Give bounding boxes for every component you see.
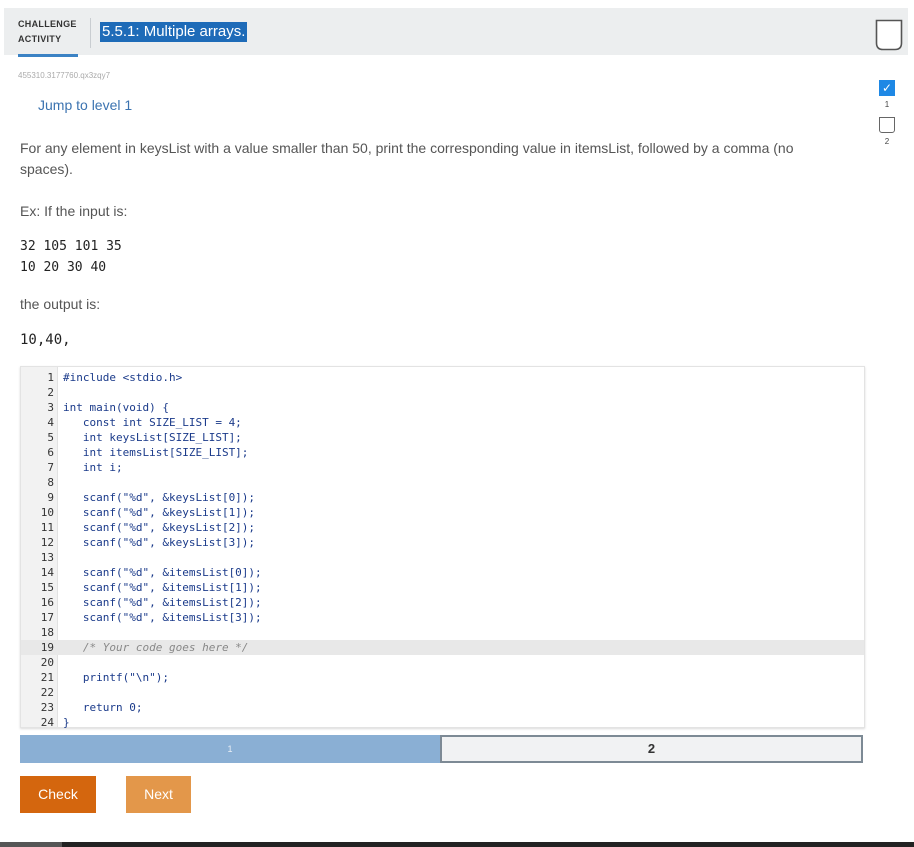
example-input-line2: 10 20 30 40 — [20, 260, 107, 275]
line-number: 22 — [40, 686, 54, 699]
code-line[interactable]: 4 const int SIZE_LIST = 4; — [21, 415, 864, 430]
code-text[interactable]: printf("\n"); — [63, 670, 169, 685]
line-number: 6 — [47, 446, 54, 459]
code-line[interactable]: 16 scanf("%d", &itemsList[2]); — [21, 595, 864, 610]
activity-type-line2: ACTIVITY — [18, 34, 62, 44]
code-line[interactable]: 2 — [21, 385, 864, 400]
code-text[interactable]: scanf("%d", &itemsList[1]); — [63, 580, 262, 595]
code-text[interactable]: } — [63, 715, 70, 730]
line-number: 10 — [40, 506, 54, 519]
check-button[interactable]: Check — [20, 776, 96, 813]
code-text[interactable]: return 0; — [63, 700, 143, 715]
code-text[interactable]: scanf("%d", &keysList[2]); — [63, 520, 255, 535]
line-number: 24 — [40, 716, 54, 729]
line-number: 5 — [47, 431, 54, 444]
line-number: 4 — [47, 416, 54, 429]
code-line[interactable]: 13 — [21, 550, 864, 565]
code-text[interactable]: #include <stdio.h> — [63, 370, 182, 385]
progress-segment-2[interactable]: 2 — [440, 735, 863, 763]
code-line[interactable]: 24} — [21, 715, 864, 730]
code-text[interactable]: scanf("%d", &itemsList[2]); — [63, 595, 262, 610]
code-line[interactable]: 3 int main(void) { — [21, 400, 864, 415]
example-input-line1: 32 105 101 35 — [20, 239, 122, 254]
bookmark-icon[interactable] — [875, 19, 903, 51]
code-line[interactable]: 21 printf("\n"); — [21, 670, 864, 685]
activity-header: CHALLENGE ACTIVITY 5.5.1: Multiple array… — [4, 8, 908, 57]
level-1-number: 1 — [884, 100, 890, 109]
code-line[interactable]: 12 scanf("%d", &keysList[3]); — [21, 535, 864, 550]
activity-accent-bar — [18, 54, 78, 57]
level-progress-bar: 1 2 — [20, 735, 863, 763]
code-line[interactable]: 19 /* Your code goes here */ — [21, 640, 864, 655]
code-text[interactable]: const int SIZE_LIST = 4; — [63, 415, 242, 430]
next-button[interactable]: Next — [126, 776, 191, 813]
code-line[interactable]: 14 scanf("%d", &itemsList[0]); — [21, 565, 864, 580]
code-line[interactable]: 1 #include <stdio.h> — [21, 370, 864, 385]
code-editor[interactable]: 1 #include <stdio.h> 2 3 int main(void) {4 c… — [20, 366, 865, 730]
code-line[interactable]: 7 int i; — [21, 460, 864, 475]
question-id: 455310.3177760.qx3zqy7 — [18, 71, 111, 80]
line-number: 2 — [47, 386, 54, 399]
code-line[interactable]: 8 — [21, 475, 864, 490]
example-output-label: the output is: — [20, 296, 101, 312]
code-line[interactable]: 9 scanf("%d", &keysList[0]); — [21, 490, 864, 505]
code-text[interactable]: scanf("%d", &itemsList[0]); — [63, 565, 262, 580]
code-line[interactable]: 18 — [21, 625, 864, 640]
line-number: 3 — [47, 401, 54, 414]
code-text[interactable]: int i; — [63, 460, 123, 475]
code-text[interactable]: int main(void) { — [63, 400, 169, 415]
line-number: 15 — [40, 581, 54, 594]
line-number: 1 — [47, 371, 54, 384]
line-number: 23 — [40, 701, 54, 714]
activity-title: 5.5.1: Multiple arrays. — [100, 22, 248, 42]
code-text[interactable]: int keysList[SIZE_LIST]; — [63, 430, 242, 445]
progress-segment-1[interactable]: 1 — [20, 735, 440, 763]
line-number: 12 — [40, 536, 54, 549]
line-number: 11 — [40, 521, 54, 534]
code-line[interactable]: 17 scanf("%d", &itemsList[3]); — [21, 610, 864, 625]
code-line[interactable]: 5 int keysList[SIZE_LIST]; — [21, 430, 864, 445]
code-text[interactable]: /* Your code goes here */ — [63, 640, 249, 655]
level-1-check-icon[interactable]: ✓ — [879, 80, 895, 96]
code-line[interactable]: 23 return 0; — [21, 700, 864, 715]
code-line[interactable]: 10 scanf("%d", &keysList[1]); — [21, 505, 864, 520]
line-number: 19 — [40, 641, 54, 654]
line-number: 13 — [40, 551, 54, 564]
line-number: 16 — [40, 596, 54, 609]
level-2-box-icon[interactable] — [879, 117, 895, 133]
level-indicator: ✓ 1 2 — [879, 80, 901, 154]
jump-to-level-link[interactable]: Jump to level 1 — [38, 97, 132, 113]
line-number: 14 — [40, 566, 54, 579]
code-line[interactable]: 6 int itemsList[SIZE_LIST]; — [21, 445, 864, 460]
line-number: 17 — [40, 611, 54, 624]
line-number: 21 — [40, 671, 54, 684]
line-number: 9 — [47, 491, 54, 504]
code-line[interactable]: 11 scanf("%d", &keysList[2]); — [21, 520, 864, 535]
code-text[interactable]: scanf("%d", &itemsList[3]); — [63, 610, 262, 625]
code-line[interactable]: 15 scanf("%d", &itemsList[1]); — [21, 580, 864, 595]
line-number: 18 — [40, 626, 54, 639]
example-output-value: 10,40, — [20, 332, 71, 348]
code-line[interactable]: 22 — [21, 685, 864, 700]
bottom-bar-segment — [0, 842, 62, 847]
example-intro: Ex: If the input is: — [20, 203, 128, 219]
code-text[interactable]: int itemsList[SIZE_LIST]; — [63, 445, 249, 460]
activity-type-label: CHALLENGE ACTIVITY — [18, 17, 77, 47]
level-2-number: 2 — [884, 137, 890, 146]
code-text[interactable]: scanf("%d", &keysList[3]); — [63, 535, 255, 550]
line-number: 20 — [40, 656, 54, 669]
problem-statement: For any element in keysList with a value… — [20, 140, 794, 177]
code-text[interactable]: scanf("%d", &keysList[1]); — [63, 505, 255, 520]
activity-type-line1: CHALLENGE — [18, 19, 77, 29]
line-number: 7 — [47, 461, 54, 474]
bottom-bar — [0, 842, 914, 847]
line-number: 8 — [47, 476, 54, 489]
code-text[interactable]: scanf("%d", &keysList[0]); — [63, 490, 255, 505]
code-line[interactable]: 20 — [21, 655, 864, 670]
header-divider — [90, 18, 91, 48]
